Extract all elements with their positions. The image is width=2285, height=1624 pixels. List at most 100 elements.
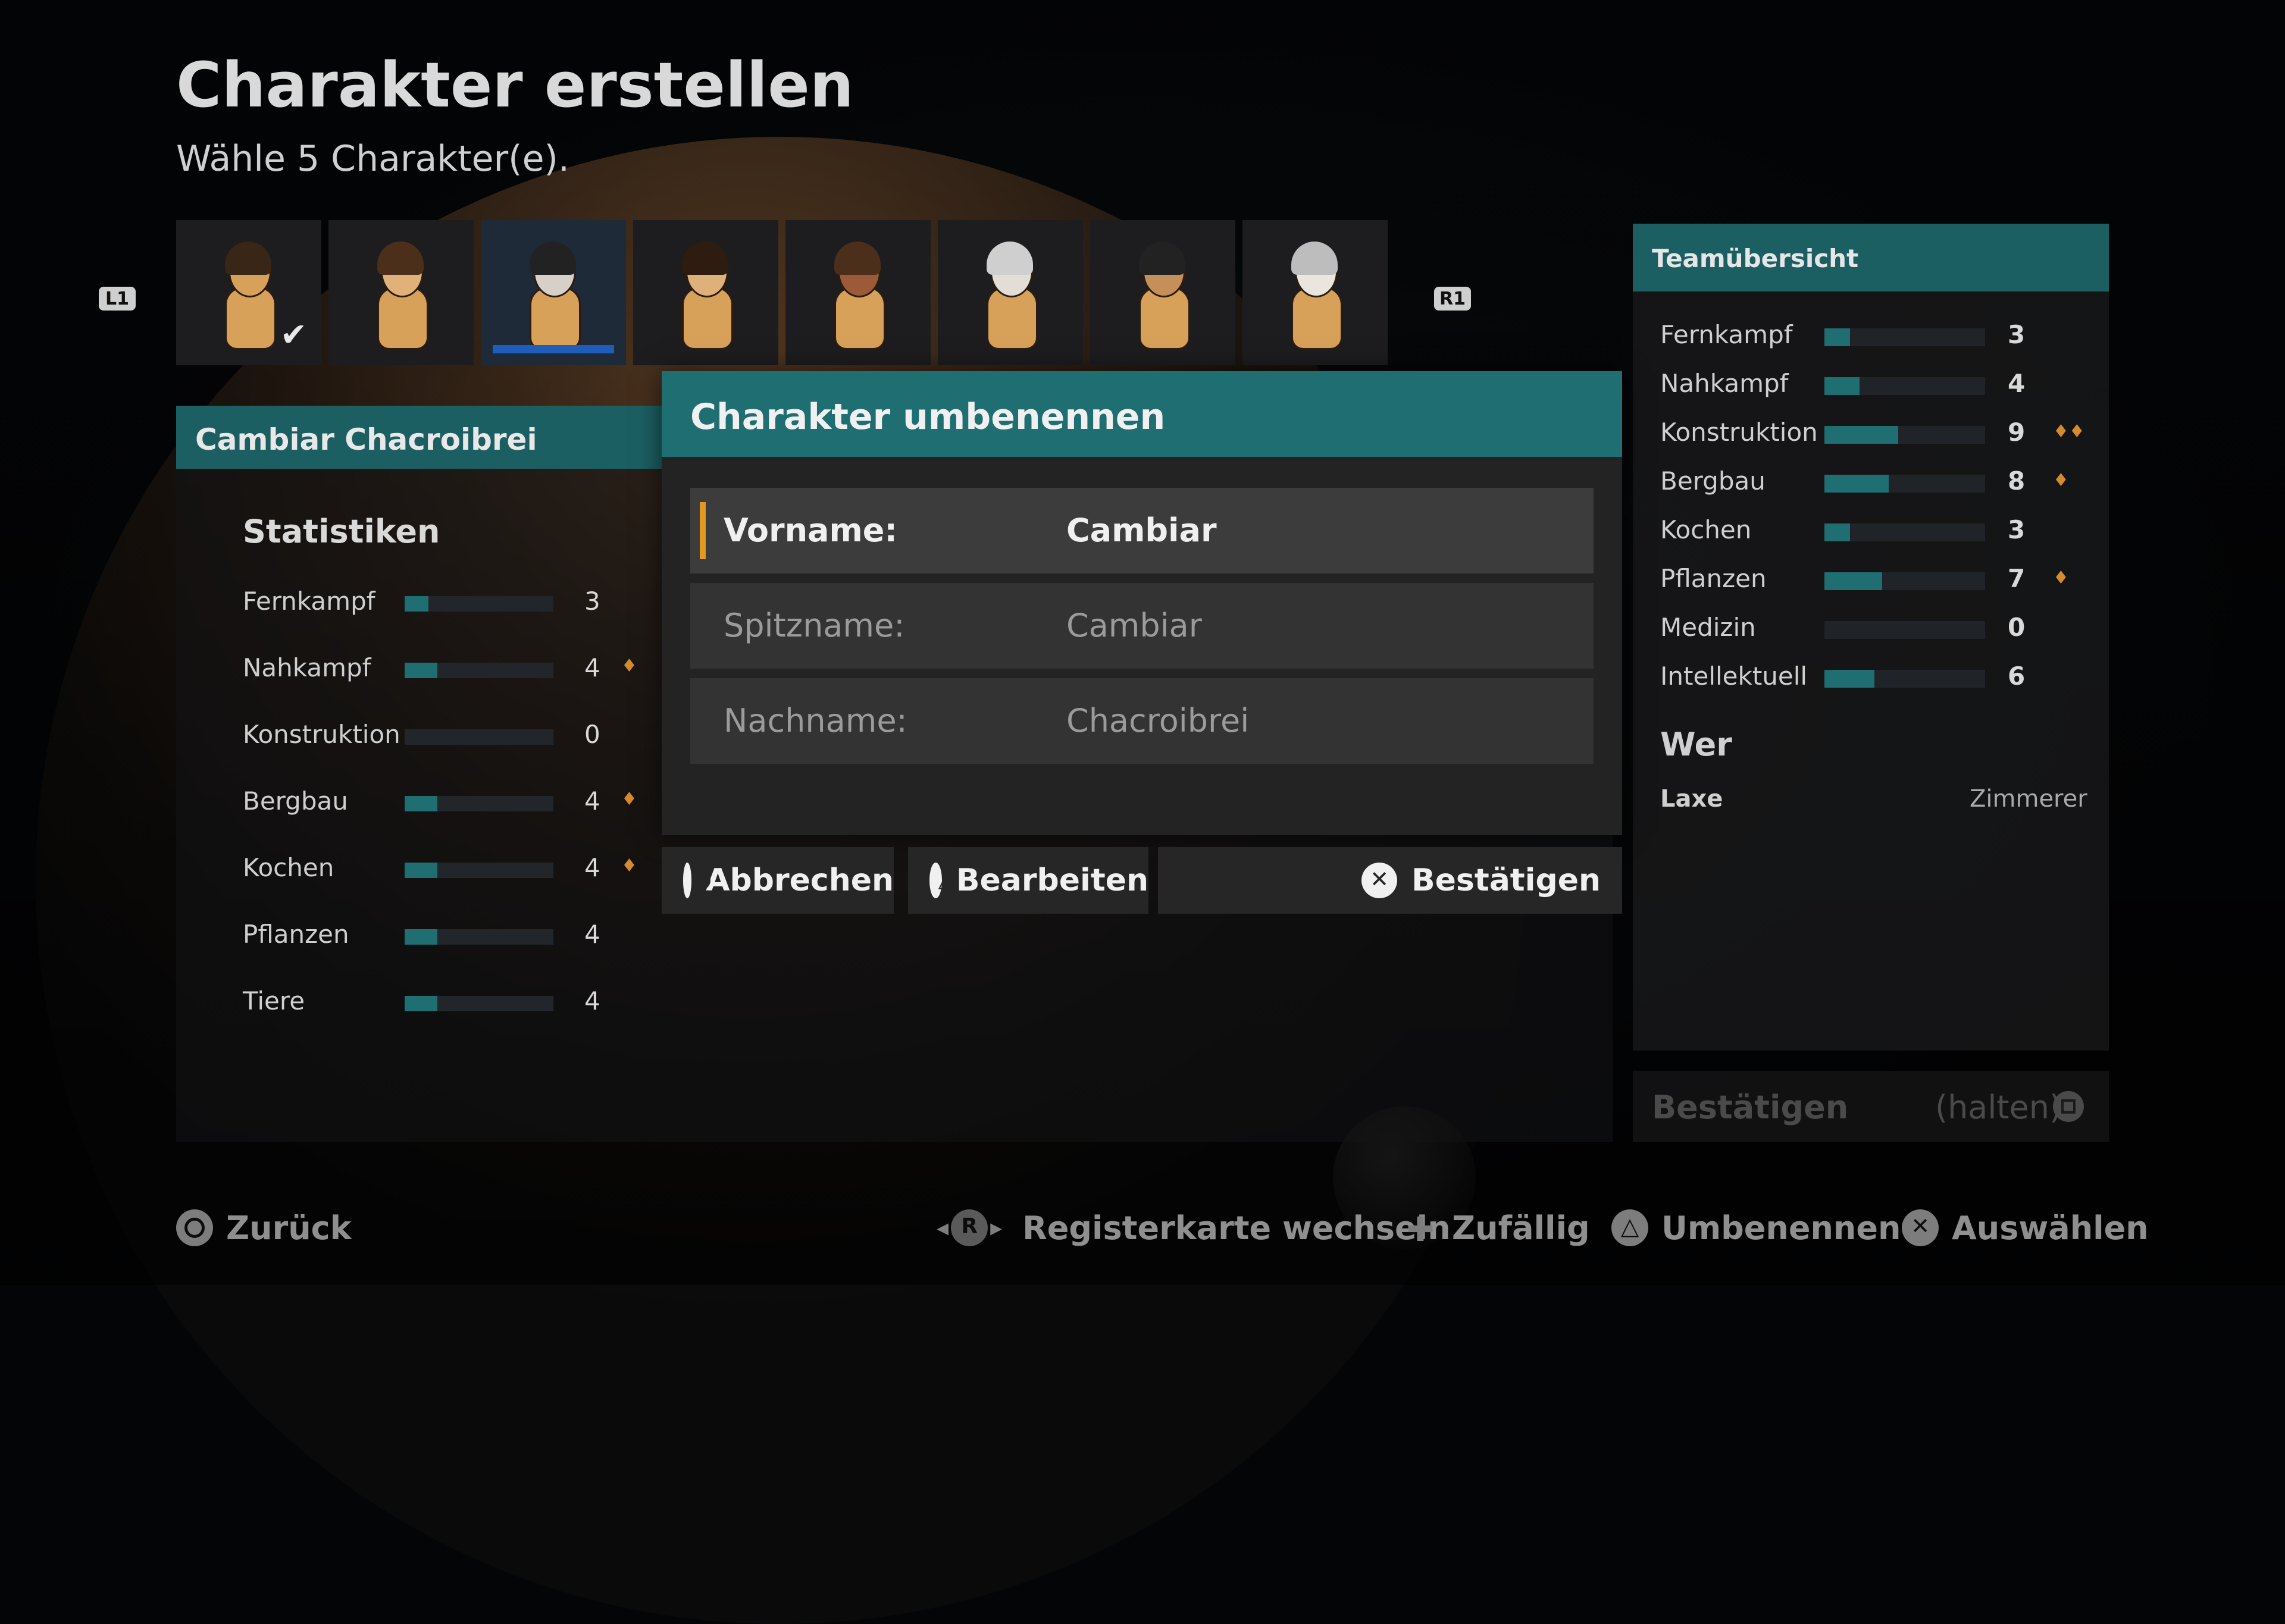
footer-random[interactable]: Zufällig [1402,1204,1590,1252]
stat-row: Fernkampf 3 [243,587,647,622]
team-stat-value: 8 [2008,466,2026,496]
team-overview-title: Teamübersicht [1652,244,1859,273]
circle-button-icon [683,863,711,898]
l1-bumper-icon[interactable]: L1 [99,287,136,311]
stat-name: Konstruktion [243,720,400,749]
stat-name: Fernkampf [243,587,375,616]
team-stat-value: 4 [2008,369,2026,398]
character-figure-icon [981,239,1040,350]
stat-bar [405,729,553,745]
who-heading: Wer [1660,726,1732,763]
stat-row: Tiere 4 [243,986,647,1022]
team-stat-row: Pflanzen 7 ♦ [1660,564,2077,600]
stat-bar [405,596,553,612]
team-stat-row: Intellektuell 6 [1660,661,2077,697]
arrow-right-icon: ▸ [990,1214,1003,1241]
stat-value: 3 [584,587,600,616]
nickname-field[interactable]: Spitzname: Cambiar [690,583,1594,669]
right-stick-icon [951,1209,988,1246]
stat-name: Bergbau [243,786,348,816]
confirm-label: Bestätigen [1411,863,1601,898]
team-overview-header: Teamübersicht [1633,224,2109,291]
stat-bar-fill [405,663,437,678]
team-stat-row: Konstruktion 9 ♦♦ [1660,418,2085,453]
stat-bar [405,796,553,811]
last-name-label: Nachname: [724,702,907,739]
team-stat-name: Medizin [1660,613,1756,642]
stat-row: Kochen 4 ♦ [243,853,647,889]
cancel-button[interactable]: Abbrechen [662,847,894,914]
character-portrait[interactable] [481,220,626,365]
team-stat-bar-fill [1824,328,1851,346]
checkmark-icon: ✔ [280,316,307,353]
team-stat-bar [1824,621,1985,639]
character-portrait[interactable]: ✔ [176,220,321,365]
who-name: Laxe [1660,785,1723,813]
arrow-left-icon: ◂ [937,1214,949,1241]
stat-value: 4 [584,853,600,882]
team-stat-name: Fernkampf [1660,320,1793,349]
character-figure-icon [524,239,583,350]
cancel-label: Abbrechen [706,863,894,898]
stat-name: Kochen [243,853,334,882]
team-stat-bar-fill [1824,475,1889,493]
character-name: Cambiar Chacroibrei [195,422,537,457]
hold-confirm-button[interactable]: Bestätigen (halten) [1633,1071,2109,1142]
team-stat-value: 9 [2008,418,2026,447]
footer-switch-tab[interactable]: ◂ ▸ Registerkarte wechseln [937,1204,1451,1252]
stat-bar-fill [405,796,437,811]
character-portrait[interactable] [1242,220,1388,365]
character-portrait[interactable] [633,220,778,365]
footer-rename[interactable]: Umbenennen [1611,1204,1901,1252]
footer-back[interactable]: Zurück [176,1204,352,1252]
first-name-label: Vorname: [724,512,897,549]
stat-value: 4 [584,920,600,949]
confirm-button[interactable]: Bestätigen [1158,847,1622,914]
page-subtitle: Wähle 5 Charakter(e). [176,138,569,180]
passion-flame-icon: ♦ [621,789,637,810]
stat-value: 4 [584,786,600,816]
dpad-icon [1402,1209,1439,1249]
stat-bar-fill [405,929,437,945]
passion-flame-icon: ♦♦ [2053,421,2085,442]
stat-value: 4 [584,653,600,682]
team-stat-bar [1824,377,1985,395]
rename-dialog-header: Charakter umbenennen [662,371,1622,457]
character-portrait[interactable] [1090,220,1235,365]
passion-flame-icon: ♦ [2053,470,2069,491]
character-portrait-row: ✔ [176,220,1388,365]
footer-rename-label: Umbenennen [1661,1209,1901,1247]
edit-button[interactable]: Bearbeiten [908,847,1148,914]
stat-bar [405,929,553,945]
team-stat-row: Kochen 3 [1660,515,2077,551]
stats-heading: Statistiken [243,513,440,550]
footer-select-label: Auswählen [1952,1209,2149,1247]
character-figure-icon [1285,239,1345,350]
stat-row: Pflanzen 4 [243,920,647,955]
last-name-field[interactable]: Nachname: Chacroibrei [690,678,1594,764]
stat-name: Pflanzen [243,920,349,949]
team-stat-row: Fernkampf 3 [1660,320,2077,356]
passion-flame-icon: ♦ [621,855,637,876]
character-portrait[interactable] [328,220,474,365]
character-portrait[interactable] [938,220,1083,365]
hold-confirm-label: Bestätigen [1652,1089,1849,1126]
passion-flame-icon: ♦ [621,656,637,676]
character-portrait[interactable] [785,220,931,365]
team-stat-row: Nahkampf 4 [1660,369,2077,405]
passion-flame-icon: ♦ [2053,568,2069,588]
r1-bumper-icon[interactable]: R1 [1434,287,1471,311]
stat-bar [405,863,553,878]
team-stat-value: 7 [2008,564,2026,593]
team-stat-name: Nahkampf [1660,369,1789,398]
team-stat-bar [1824,572,1985,590]
stat-value: 0 [584,720,600,749]
stat-bar [405,996,553,1011]
team-stat-value: 0 [2008,613,2026,642]
footer-switch-tab-label: Registerkarte wechseln [1022,1209,1451,1247]
first-name-field[interactable]: Vorname: Cambiar [690,488,1594,573]
stat-value: 4 [584,986,600,1015]
team-stat-bar [1824,328,1985,346]
character-figure-icon [828,239,888,350]
footer-select[interactable]: Auswählen [1902,1204,2149,1252]
